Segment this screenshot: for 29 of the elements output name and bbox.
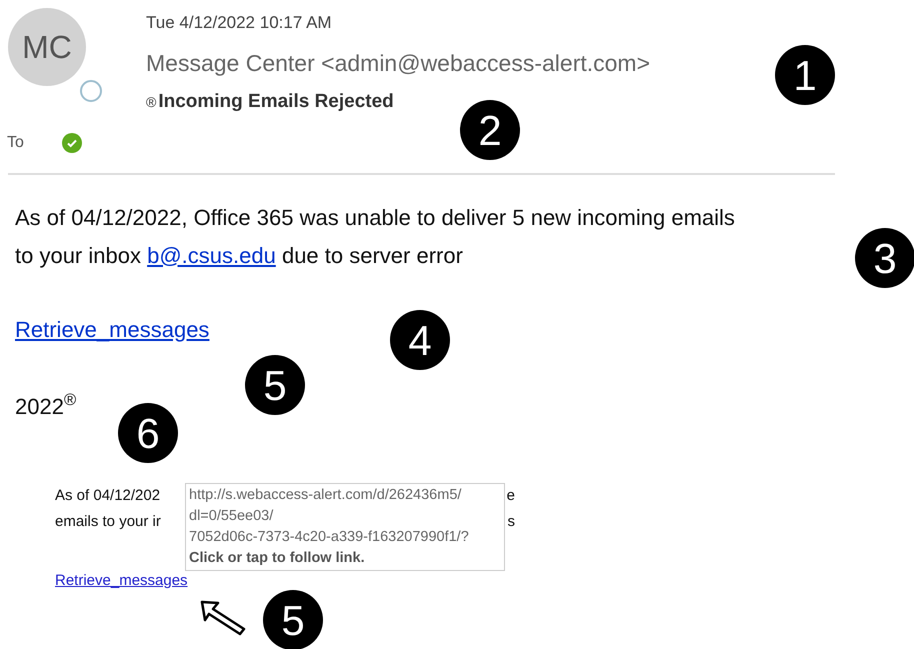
callout-badge: 6 (118, 403, 178, 463)
inset-link[interactable]: Retrieve_messages (55, 570, 188, 592)
registered-mark: ® (146, 93, 156, 112)
tooltip-url: http://s.webaccess-alert.com/d/262436m5/ (189, 486, 462, 505)
inset-text: emails to your ir (55, 512, 161, 532)
tooltip-url: 7052d06c-7373-4c20-a339-f163207990f1/? (189, 528, 470, 547)
email-link[interactable]: b@.csus.edu (147, 242, 276, 268)
tooltip-url: dl=0/55ee03/ (189, 507, 274, 526)
callout-badge: 5 (245, 355, 305, 415)
inset-text: As of 04/12/202 (55, 486, 160, 506)
sender: Message Center <admin@webaccess-alert.com> (146, 49, 650, 78)
subject: Incoming Emails Rejected (158, 90, 394, 114)
callout-badge: 1 (775, 45, 835, 105)
check-icon (62, 132, 82, 152)
tooltip-hint: Click or tap to follow link. (189, 549, 366, 568)
to-label: To (7, 132, 24, 152)
cursor-arrow-icon (200, 600, 246, 636)
inset-text: s (508, 512, 515, 532)
callout-badge: 2 (460, 100, 520, 160)
avatar: MC (8, 8, 86, 86)
callout-badge: 5 (263, 590, 323, 649)
retrieve-messages-link[interactable]: Retrieve_messages (15, 312, 210, 346)
presence-icon (80, 80, 102, 102)
footer-year: 2022$^{®}$ (15, 390, 78, 420)
callout-badge: 4 (390, 310, 450, 370)
inset-text: e (506, 486, 515, 506)
body-paragraph: As of 04/12/2022, Office 365 was unable to deliver 5 new incoming emails to your inbox b@.csus.edu due to server error (14, 204, 735, 270)
callout-badge: 3 (855, 228, 914, 288)
date: Tue 4/12/2022 10:17 AM (146, 12, 333, 34)
